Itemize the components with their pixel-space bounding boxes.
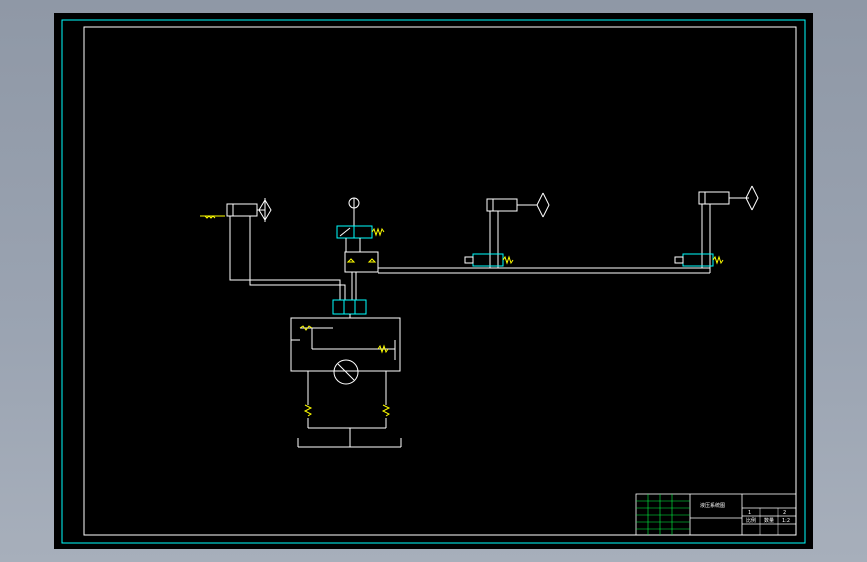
title-block-cell-1: 1 bbox=[748, 510, 751, 516]
title-block-cell-3: 比例 bbox=[746, 517, 756, 524]
directional-valve bbox=[336, 225, 385, 252]
check-valve-block bbox=[344, 251, 379, 300]
right-cylinder bbox=[698, 185, 759, 273]
hydraulic-schematic: 液压系统图 1 2 比例 数量 1:2 bbox=[61, 19, 806, 544]
right-valve bbox=[674, 253, 724, 267]
title-block-cell-5: 1:2 bbox=[782, 518, 790, 524]
left-supply-line bbox=[229, 216, 346, 300]
title-block-cell-2: 2 bbox=[783, 510, 786, 516]
suction-lines bbox=[303, 371, 391, 429]
middle-cylinder bbox=[486, 192, 550, 268]
pump-station bbox=[290, 317, 401, 372]
title-block bbox=[635, 493, 797, 536]
title-block-title: 液压系统图 bbox=[700, 502, 725, 509]
inner-border bbox=[83, 26, 797, 536]
middle-valve bbox=[464, 253, 514, 267]
title-block-cell-4: 数量 bbox=[764, 517, 774, 524]
main-supply-line bbox=[378, 267, 710, 274]
outer-frame bbox=[61, 19, 806, 544]
oil-tank bbox=[297, 428, 402, 448]
pump-motor bbox=[333, 359, 359, 385]
pressure-gauge bbox=[348, 197, 360, 226]
left-cylinder bbox=[200, 198, 272, 222]
relief-valve bbox=[332, 299, 367, 318]
